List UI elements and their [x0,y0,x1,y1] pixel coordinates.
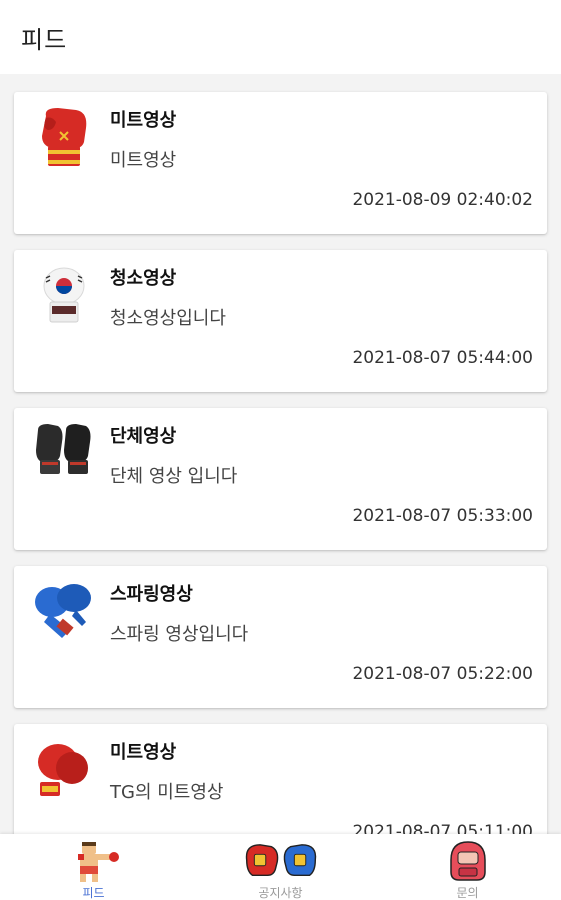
app-bar: 피드 [0,0,561,74]
page-title: 피드 [21,25,68,54]
nav-item-notice[interactable]: 공지사항 [187,834,374,900]
feed-card[interactable]: 스파링영상 스파링 영상입니다 2021-08-07 05:22:00 [14,566,547,708]
feed-card-title: 청소영상 [110,268,177,289]
boxer-icon [54,840,134,882]
feed-card[interactable]: 미트영상 미트영상 2021-08-09 02:40:02 [14,92,547,234]
blue-boxing-gloves-icon [32,580,96,644]
feed-card-title: 스파링영상 [110,584,193,605]
feed-card-body: TG의 미트영상 [110,782,224,803]
feed-card[interactable]: 청소영상 청소영상입니다 2021-08-07 05:44:00 [14,250,547,392]
feed-card[interactable]: 미트영상 TG의 미트영상 2021-08-07 05:11:00 [14,724,547,834]
nav-label-notice: 공지사항 [258,886,303,900]
feed-card-time: 2021-08-07 05:44:00 [352,348,533,368]
nav-label-feed: 피드 [82,886,105,900]
feed-card-body: 청소영상입니다 [110,308,226,329]
feed-card-body: 스파링 영상입니다 [110,624,249,645]
feed-card-time: 2021-08-07 05:22:00 [352,664,533,684]
feed-card[interactable]: 단체영상 단체 영상 입니다 2021-08-07 05:33:00 [14,408,547,550]
black-boxing-gloves-icon [32,422,96,486]
white-korean-flag-glove-icon [32,264,96,328]
feed-card-body: 미트영상 [110,150,177,171]
red-boxing-glove-icon [32,106,96,170]
nav-label-inquiry: 문의 [456,886,479,900]
feed-card-time: 2021-08-07 05:33:00 [352,506,533,526]
headgear-icon [428,840,508,882]
feed-list[interactable]: 미트영상 미트영상 2021-08-09 02:40:02 청소영상 청소영상입… [0,74,561,834]
glove-pair-icon [241,840,321,882]
nav-item-inquiry[interactable]: 문의 [374,834,561,900]
feed-card-title: 단체영상 [110,426,177,447]
bottom-navigation: 피드 공지사항 문의 [0,834,561,900]
feed-card-title: 미트영상 [110,742,177,763]
feed-card-time: 2021-08-09 02:40:02 [352,190,533,210]
nav-item-feed[interactable]: 피드 [0,834,187,900]
feed-card-title: 미트영상 [110,110,177,131]
feed-card-time: 2021-08-07 05:11:00 [352,822,533,834]
feed-card-body: 단체 영상 입니다 [110,466,238,487]
red-boxing-gloves-pair-icon [32,738,96,802]
